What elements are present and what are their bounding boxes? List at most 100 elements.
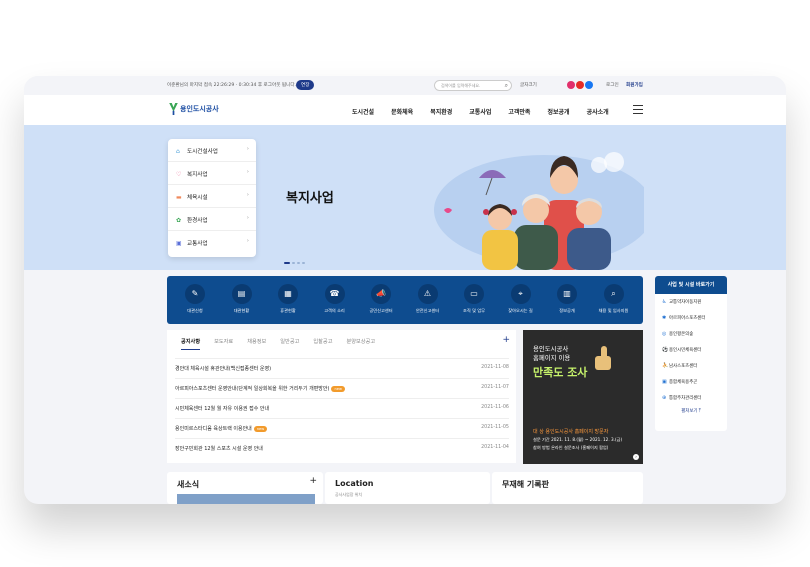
notice-row[interactable]: 시민체육센터 12월 월 자유 이용권 접수 안내 2021-11-06: [175, 398, 509, 418]
nav-item[interactable]: 고객만족: [508, 109, 530, 116]
slider-dots[interactable]: [284, 249, 307, 268]
chevron-right-icon: ›: [246, 238, 249, 244]
instagram-icon[interactable]: [567, 81, 575, 89]
shortcut-item[interactable]: ⛹남사스포츠센터: [655, 358, 727, 374]
quick-link-icon: ☎: [324, 284, 345, 304]
more-plus-icon[interactable]: +: [309, 476, 317, 486]
nav-item[interactable]: 교통사업: [469, 109, 491, 116]
chevron-right-icon: ›: [246, 192, 249, 198]
news-panel: 새소식 +: [167, 472, 323, 504]
business-submenu: ⌂ 도시건설사업 › ♡ 복지사업 › ▬ 체육시설 › ✿ 환경사업 › ▣ 교통사업 ›: [168, 139, 256, 257]
tab-general[interactable]: 일반공고: [280, 339, 299, 345]
shortcut-item[interactable]: ⚽용인시민체육센터: [655, 342, 727, 358]
login-link[interactable]: 로그인: [606, 82, 619, 88]
font-size-control[interactable]: 글자크기: [520, 82, 537, 88]
notice-row[interactable]: 아르피아스포츠센터 운영안내(단계적 일상회복을 위한 거리두기 개편방안) ne…: [175, 378, 509, 398]
facility-icon: ⊕: [662, 395, 667, 401]
facebook-icon[interactable]: [585, 81, 593, 89]
chevron-right-icon: ›: [246, 215, 249, 221]
facility-shortcut: 사업 및 시설 바로가기 ♿ 교통약자이동지원 ✱ 아르피아스포츠센터 ◎ 용인평온의숲 ⚽…: [655, 276, 727, 431]
tab-press[interactable]: 보도자료: [214, 339, 233, 345]
news-thumbnail[interactable]: [177, 494, 315, 504]
notice-row[interactable]: 경안대 체육시설 휴관안내(백신접종센터 운영) 2021-11-08: [175, 358, 509, 378]
quick-link-icon: ▥: [557, 284, 577, 304]
submenu-item[interactable]: ▬ 체육시설 ›: [168, 185, 256, 208]
survey-banner[interactable]: 용인도시공사 홈페이지 이용 만족도 조사 대 상 용인도시공사 홈페이지 방문…: [523, 330, 643, 464]
submenu-item[interactable]: ♡ 복지사업 ›: [168, 162, 256, 185]
session-text: 이준환님의 마지막 접속 22:26:29 · 0:30:34 후 로그아웃 됩…: [167, 83, 297, 88]
facility-icon: ⚽: [662, 347, 669, 353]
extend-button[interactable]: 연장: [296, 80, 315, 90]
banner-dots[interactable]: [528, 455, 544, 464]
nav-item[interactable]: 공사소개: [587, 109, 609, 116]
nav-item[interactable]: 도시건설: [352, 109, 374, 116]
quick-link[interactable]: ▦ 휴관현황: [268, 284, 308, 314]
quick-link[interactable]: ⌖ 찾아오시는 길: [501, 284, 541, 314]
new-badge: new: [253, 426, 268, 432]
leaf-icon: ✿: [176, 217, 182, 224]
search-input[interactable]: 검색어를 입력해주세요. ⌕: [434, 80, 512, 91]
notice-row[interactable]: 장안구민회관 12월 스포츠 시설 운영 안내 2021-11-04: [175, 438, 509, 458]
header: 용인도시공사 도시건설 문화체육 복지환경 교통사업 고객만족 정보공개 공사소개: [24, 95, 786, 125]
shortcut-item[interactable]: ♿ 교통약자이동지원: [655, 294, 727, 310]
submenu-item[interactable]: ⌂ 도시건설사업 ›: [168, 139, 256, 162]
quick-link[interactable]: 📣 공민신고센터: [361, 284, 401, 314]
notice-list: 경안대 체육시설 휴관안내(백신접종센터 운영) 2021-11-08 아르피아스포…: [175, 358, 509, 458]
new-badge: new: [331, 386, 345, 392]
quick-link-icon: 📣: [371, 284, 391, 304]
utility-bar: 이준환님의 마지막 접속 22:26:29 · 0:30:34 후 로그아웃 됩…: [24, 76, 786, 95]
facility-icon: ⛹: [662, 363, 669, 369]
chevron-right-icon: ›: [246, 146, 249, 152]
tab-recruit[interactable]: 채용정보: [247, 339, 266, 345]
quick-link[interactable]: ▭ 조직 및 업무: [454, 284, 494, 314]
quick-link[interactable]: ✎ 대관신청: [175, 284, 215, 314]
submenu-item[interactable]: ✿ 환경사업 ›: [168, 208, 256, 231]
shortcut-item[interactable]: ▣ 종합체육용추곤: [655, 374, 727, 390]
quick-link[interactable]: ☎ 고객의 소리: [315, 284, 355, 314]
quick-link[interactable]: ⌕ 채용 및 입사지원: [594, 284, 634, 314]
menu-icon[interactable]: [633, 105, 643, 117]
shortcut-item[interactable]: ⊕ 통합주차관리센터: [655, 390, 727, 406]
search-icon[interactable]: ⌕: [505, 82, 508, 90]
join-link[interactable]: 회원가입: [626, 82, 643, 88]
main-nav: 도시건설 문화체육 복지환경 교통사업 고객만족 정보공개 공사소개: [352, 107, 626, 116]
chevron-right-icon: ›: [246, 169, 249, 175]
expand-link[interactable]: 펼쳐보기 ⤒: [655, 408, 727, 414]
submenu-item[interactable]: ▣ 교통사업 ›: [168, 231, 256, 254]
shortcut-title: 사업 및 시설 바로가기: [655, 276, 727, 294]
quick-link-icon: ⚠: [417, 284, 438, 304]
quick-link-icon: ✎: [185, 284, 205, 304]
logo[interactable]: 용인도시공사: [169, 103, 219, 115]
gym-icon: ▬: [176, 194, 182, 201]
tab-sale[interactable]: 분양보상공고: [346, 339, 375, 345]
quick-link-icon: ⌖: [510, 284, 531, 304]
shortcut-item[interactable]: ◎ 용인평온의숲: [655, 326, 727, 342]
nav-item[interactable]: 복지환경: [430, 109, 452, 116]
youtube-icon[interactable]: [576, 81, 584, 89]
notice-board: 공지사항 보도자료 채용정보 일반공고 입찰공고 분양보상공고 + 경안대 체육시설 휴관…: [167, 330, 516, 463]
next-icon[interactable]: ›: [633, 454, 639, 460]
quick-link-icon: ⌕: [603, 284, 624, 304]
notice-row[interactable]: 용인미르스타디움 육상트랙 이용안내 new 2021-11-05: [175, 418, 509, 438]
nav-item[interactable]: 정보공개: [547, 109, 569, 116]
location-panel: Location 공사사업장 위치: [325, 472, 490, 504]
facility-icon: ♿: [662, 299, 667, 305]
family-illustration: [434, 152, 644, 270]
quick-link-icon: ▤: [231, 284, 252, 304]
more-plus-icon[interactable]: +: [502, 335, 510, 345]
facility-icon: ▣: [662, 379, 667, 385]
tab-bid[interactable]: 입찰공고: [313, 339, 332, 345]
nav-item[interactable]: 문화체육: [391, 109, 413, 116]
quick-link[interactable]: ▤ 대관현황: [222, 284, 262, 314]
thumbs-up-icon: [595, 346, 611, 370]
quick-link[interactable]: ⚠ 안전신고센터: [408, 284, 448, 314]
quick-link[interactable]: ▥ 정보공개: [547, 284, 587, 314]
facility-icon: ✱: [662, 315, 667, 321]
shortcut-item[interactable]: ✱ 아르피아스포츠센터: [655, 310, 727, 326]
notice-tabs: 공지사항 보도자료 채용정보 일반공고 입찰공고 분양보상공고: [181, 338, 389, 350]
hero-section: ⌂ 도시건설사업 › ♡ 복지사업 › ▬ 체육시설 › ✿ 환경사업 › ▣ 교통사업 › 복지사…: [24, 125, 786, 270]
hero-title: 복지사업: [286, 191, 334, 206]
sns-links: [567, 81, 594, 91]
browser-card: 이준환님의 마지막 접속 22:26:29 · 0:30:34 후 로그아웃 됩…: [24, 76, 786, 504]
tab-notice[interactable]: 공지사항: [181, 339, 201, 350]
